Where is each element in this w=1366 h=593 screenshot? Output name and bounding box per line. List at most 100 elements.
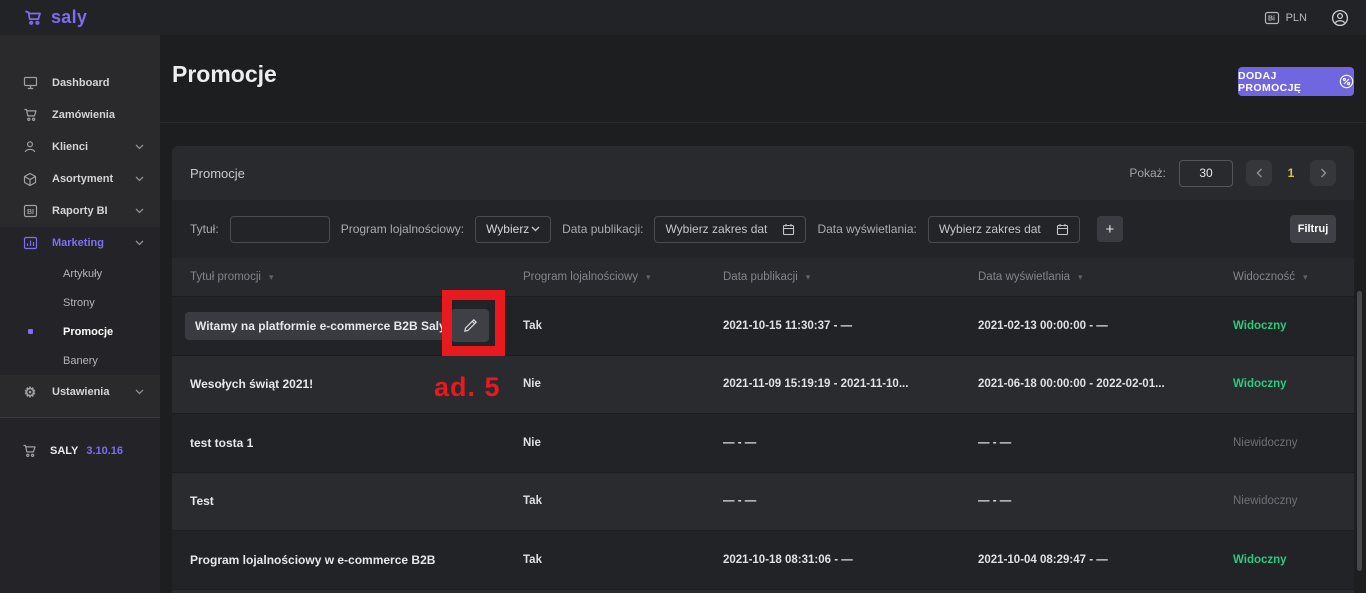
prev-page-button[interactable] (1246, 160, 1272, 186)
row-title-edit-field[interactable]: Witamy na platformie e-commerce B2B Saly… (185, 312, 447, 340)
pencil-icon (463, 318, 478, 333)
chevron-down-icon (531, 226, 540, 232)
table-row[interactable]: Test Tak — - — — - — Niewidoczny (172, 472, 1354, 531)
package-icon (22, 172, 38, 187)
app-version: 3.10.16 (86, 445, 123, 457)
pagination: Pokaż: 1 (1129, 160, 1336, 187)
title-filter-input[interactable] (230, 216, 330, 243)
chevron-down-icon (135, 144, 144, 150)
column-header-loyalty[interactable]: Program lojalnościowy▾ (523, 271, 723, 283)
page-title: Promocje (172, 61, 277, 88)
promotions-panel: Promocje Pokaż: 1 Tytuł: Program lojalno… (172, 146, 1354, 593)
visibility-status: Widoczny (1233, 554, 1336, 566)
chevron-down-icon (135, 208, 144, 214)
sidebar: Dashboard Zamówienia Klienci (0, 35, 160, 593)
sidebar-subitem-banery[interactable]: Banery (0, 346, 160, 375)
sidebar-subitem-label: Artykuły (63, 268, 102, 280)
publish-date-filter-label: Data publikacji: (562, 222, 643, 236)
main-content: Promocje DODAJ PROMOCJĘ Promocje Pokaż: … (160, 35, 1366, 593)
row-title: Witamy na platformie e-commerce B2B Saly… (195, 319, 447, 333)
sidebar-subitem-label: Promocje (63, 326, 113, 338)
app-name: SALY (50, 445, 78, 457)
monitor-icon (22, 76, 38, 90)
svg-text:Bi: Bi (1268, 15, 1275, 22)
cell-published: 2021-11-09 15:19:19 - 2021-11-10... (723, 378, 978, 390)
column-header-title[interactable]: Tytuł promocji▾ (190, 271, 523, 283)
filter-button-label: Filtruj (1298, 223, 1329, 235)
topbar-right: Bi PLN (1264, 9, 1349, 27)
row-title: Wesołych świąt 2021! (190, 377, 523, 391)
table-row[interactable]: Witamy na platformie e-commerce B2B Saly… (172, 296, 1354, 355)
sidebar-item-klienci[interactable]: Klienci (0, 131, 160, 163)
filter-submit-button[interactable]: Filtruj (1290, 215, 1336, 243)
row-title: Program lojalnościowy w e-commerce B2B (190, 553, 523, 567)
current-page-number: 1 (1285, 166, 1297, 180)
cell-displayed: 2021-02-13 00:00:00 - — (978, 320, 1233, 332)
cell-published: 2021-10-18 08:31:06 - — (723, 554, 978, 566)
percent-icon (1339, 74, 1354, 89)
column-header-published[interactable]: Data publikacji ▾ (723, 271, 978, 283)
scrollbar-thumb[interactable] (1357, 291, 1362, 571)
currency-selector[interactable]: Bi PLN (1264, 11, 1307, 25)
cell-loyalty: Nie (523, 378, 723, 390)
currency-icon: Bi (1264, 11, 1280, 25)
loyalty-filter-select[interactable]: Wybierz (475, 216, 551, 243)
edit-row-button[interactable] (451, 309, 489, 342)
svg-text:BI: BI (27, 209, 34, 216)
table-row[interactable]: Wesołych świąt 2021! Nie 2021-11-09 15:1… (172, 355, 1354, 414)
cell-loyalty: Tak (523, 320, 723, 332)
display-date-filter-label: Data wyświetlania: (817, 222, 916, 236)
sidebar-item-raporty-bi[interactable]: BI Raporty BI (0, 195, 160, 227)
add-button-label: DODAJ PROMOCJĘ (1238, 70, 1332, 94)
cell-published: — - — (723, 437, 978, 449)
sidebar-item-label: Ustawienia (52, 386, 109, 398)
sidebar-item-marketing[interactable]: Marketing (0, 227, 160, 259)
publish-date-placeholder: Wybierz zakres dat (665, 222, 767, 236)
title-filter-label: Tytuł: (190, 222, 219, 236)
display-date-placeholder: Wybierz zakres dat (939, 222, 1041, 236)
bi-report-icon: BI (22, 204, 38, 218)
sidebar-item-label: Dashboard (52, 77, 109, 89)
cell-published: — - — (723, 495, 978, 507)
per-page-input[interactable] (1179, 160, 1233, 187)
app-logo[interactable]: saly (24, 7, 87, 28)
sidebar-subitem-artykuly[interactable]: Artykuły (0, 259, 160, 288)
gear-icon: ⚙ (22, 384, 38, 401)
cell-loyalty: Tak (523, 554, 723, 566)
table-row[interactable]: Program lojalnościowy w e-commerce B2B T… (172, 530, 1354, 589)
sort-caret-icon: ▾ (1303, 272, 1308, 283)
marketing-icon (22, 236, 38, 250)
panel-header: Promocje Pokaż: 1 (172, 146, 1354, 200)
plus-icon: + (1105, 221, 1114, 238)
sidebar-subitem-strony[interactable]: Strony (0, 288, 160, 317)
sidebar-subitem-promocje[interactable]: Promocje (0, 317, 160, 346)
sidebar-item-zamowienia[interactable]: Zamówienia (0, 99, 160, 131)
sidebar-item-dashboard[interactable]: Dashboard (0, 67, 160, 99)
calendar-icon (1056, 223, 1069, 236)
per-page-label: Pokaż: (1129, 166, 1166, 180)
table-row[interactable]: test tosta 1 Nie — - — — - — Niewidoczny (172, 413, 1354, 472)
column-label: Data publikacji (723, 271, 798, 283)
table-header: Tytuł promocji▾ Program lojalnościowy▾ D… (172, 258, 1354, 296)
display-date-range-picker[interactable]: Wybierz zakres dat (928, 216, 1080, 243)
cell-displayed: 2021-10-04 08:29:47 - — (978, 554, 1233, 566)
column-header-displayed[interactable]: Data wyświetlania▾ (978, 271, 1233, 283)
visibility-status: Niewidoczny (1233, 437, 1336, 449)
next-page-button[interactable] (1310, 160, 1336, 186)
chevron-down-icon (135, 240, 144, 246)
cart-icon (22, 108, 38, 122)
sidebar-item-asortyment[interactable]: Asortyment (0, 163, 160, 195)
sort-caret-icon: ▾ (806, 272, 811, 283)
add-filter-button[interactable]: + (1097, 216, 1123, 242)
active-dot-icon (28, 329, 33, 334)
publish-date-range-picker[interactable]: Wybierz zakres dat (654, 216, 806, 243)
column-label: Program lojalnościowy (523, 271, 638, 283)
cell-loyalty: Tak (523, 495, 723, 507)
column-header-visibility[interactable]: Widoczność▾ (1233, 271, 1336, 283)
cell-displayed: 2021-06-18 00:00:00 - 2022-02-01... (978, 378, 1233, 390)
sidebar-item-ustawienia[interactable]: ⚙ Ustawienia (0, 375, 160, 409)
add-promotion-button[interactable]: DODAJ PROMOCJĘ (1238, 67, 1354, 96)
loyalty-filter-label: Program lojalnościowy: (341, 222, 464, 236)
sidebar-item-label: Zamówienia (52, 109, 115, 121)
account-icon[interactable] (1331, 9, 1349, 27)
